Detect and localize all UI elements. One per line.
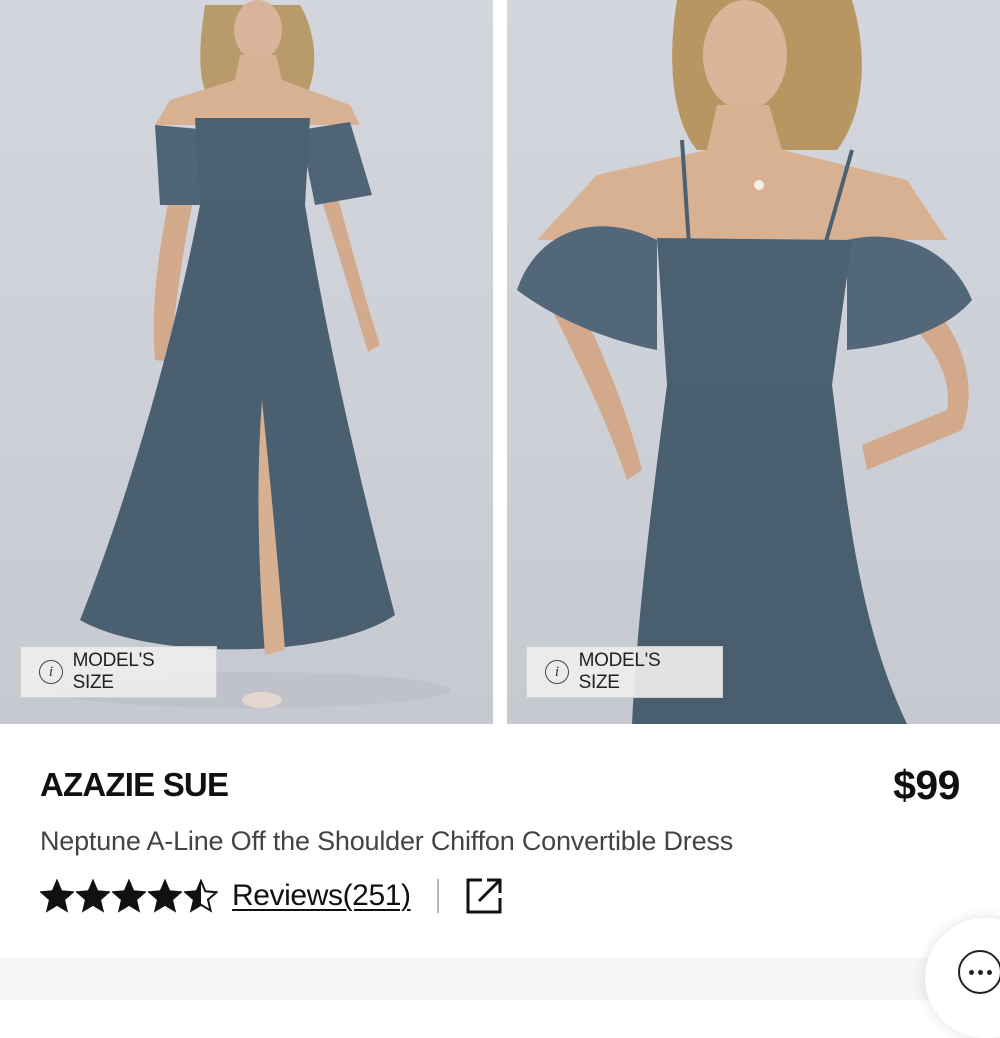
- model-illustration: [50, 0, 450, 708]
- model-closeup-illustration: [517, 0, 972, 724]
- model-size-button[interactable]: i MODEL'S SIZE: [20, 646, 217, 698]
- star-icon: [76, 879, 110, 913]
- star-icon: [112, 879, 146, 913]
- external-link-icon[interactable]: [465, 877, 503, 915]
- section-divider-band: [0, 958, 1000, 1000]
- product-photo-closeup[interactable]: i MODEL'S SIZE: [507, 0, 1000, 724]
- product-photo-full-length[interactable]: i MODEL'S SIZE: [0, 0, 493, 724]
- reviews-link[interactable]: Reviews(251): [232, 879, 411, 913]
- star-icon: [40, 879, 74, 913]
- chat-icon[interactable]: [958, 950, 1000, 994]
- product-title: Neptune A-Line Off the Shoulder Chiffon …: [40, 826, 734, 856]
- info-icon: i: [545, 660, 569, 684]
- product-image-gallery: i MODEL'S SIZE i MODEL'S SIZE: [0, 0, 1000, 724]
- divider: [436, 879, 439, 913]
- model-size-button[interactable]: i MODEL'S SIZE: [526, 646, 723, 698]
- product-price: $99: [893, 762, 960, 808]
- rating-row: Reviews(251): [40, 874, 503, 918]
- model-size-label: MODEL'S SIZE: [72, 650, 155, 693]
- star-icon: [184, 879, 218, 913]
- star-rating[interactable]: [40, 879, 218, 913]
- star-icon: [148, 879, 182, 913]
- info-icon: i: [39, 660, 63, 684]
- brand-name: AZAZIE SUE: [40, 766, 229, 803]
- model-size-label: MODEL'S SIZE: [578, 650, 661, 693]
